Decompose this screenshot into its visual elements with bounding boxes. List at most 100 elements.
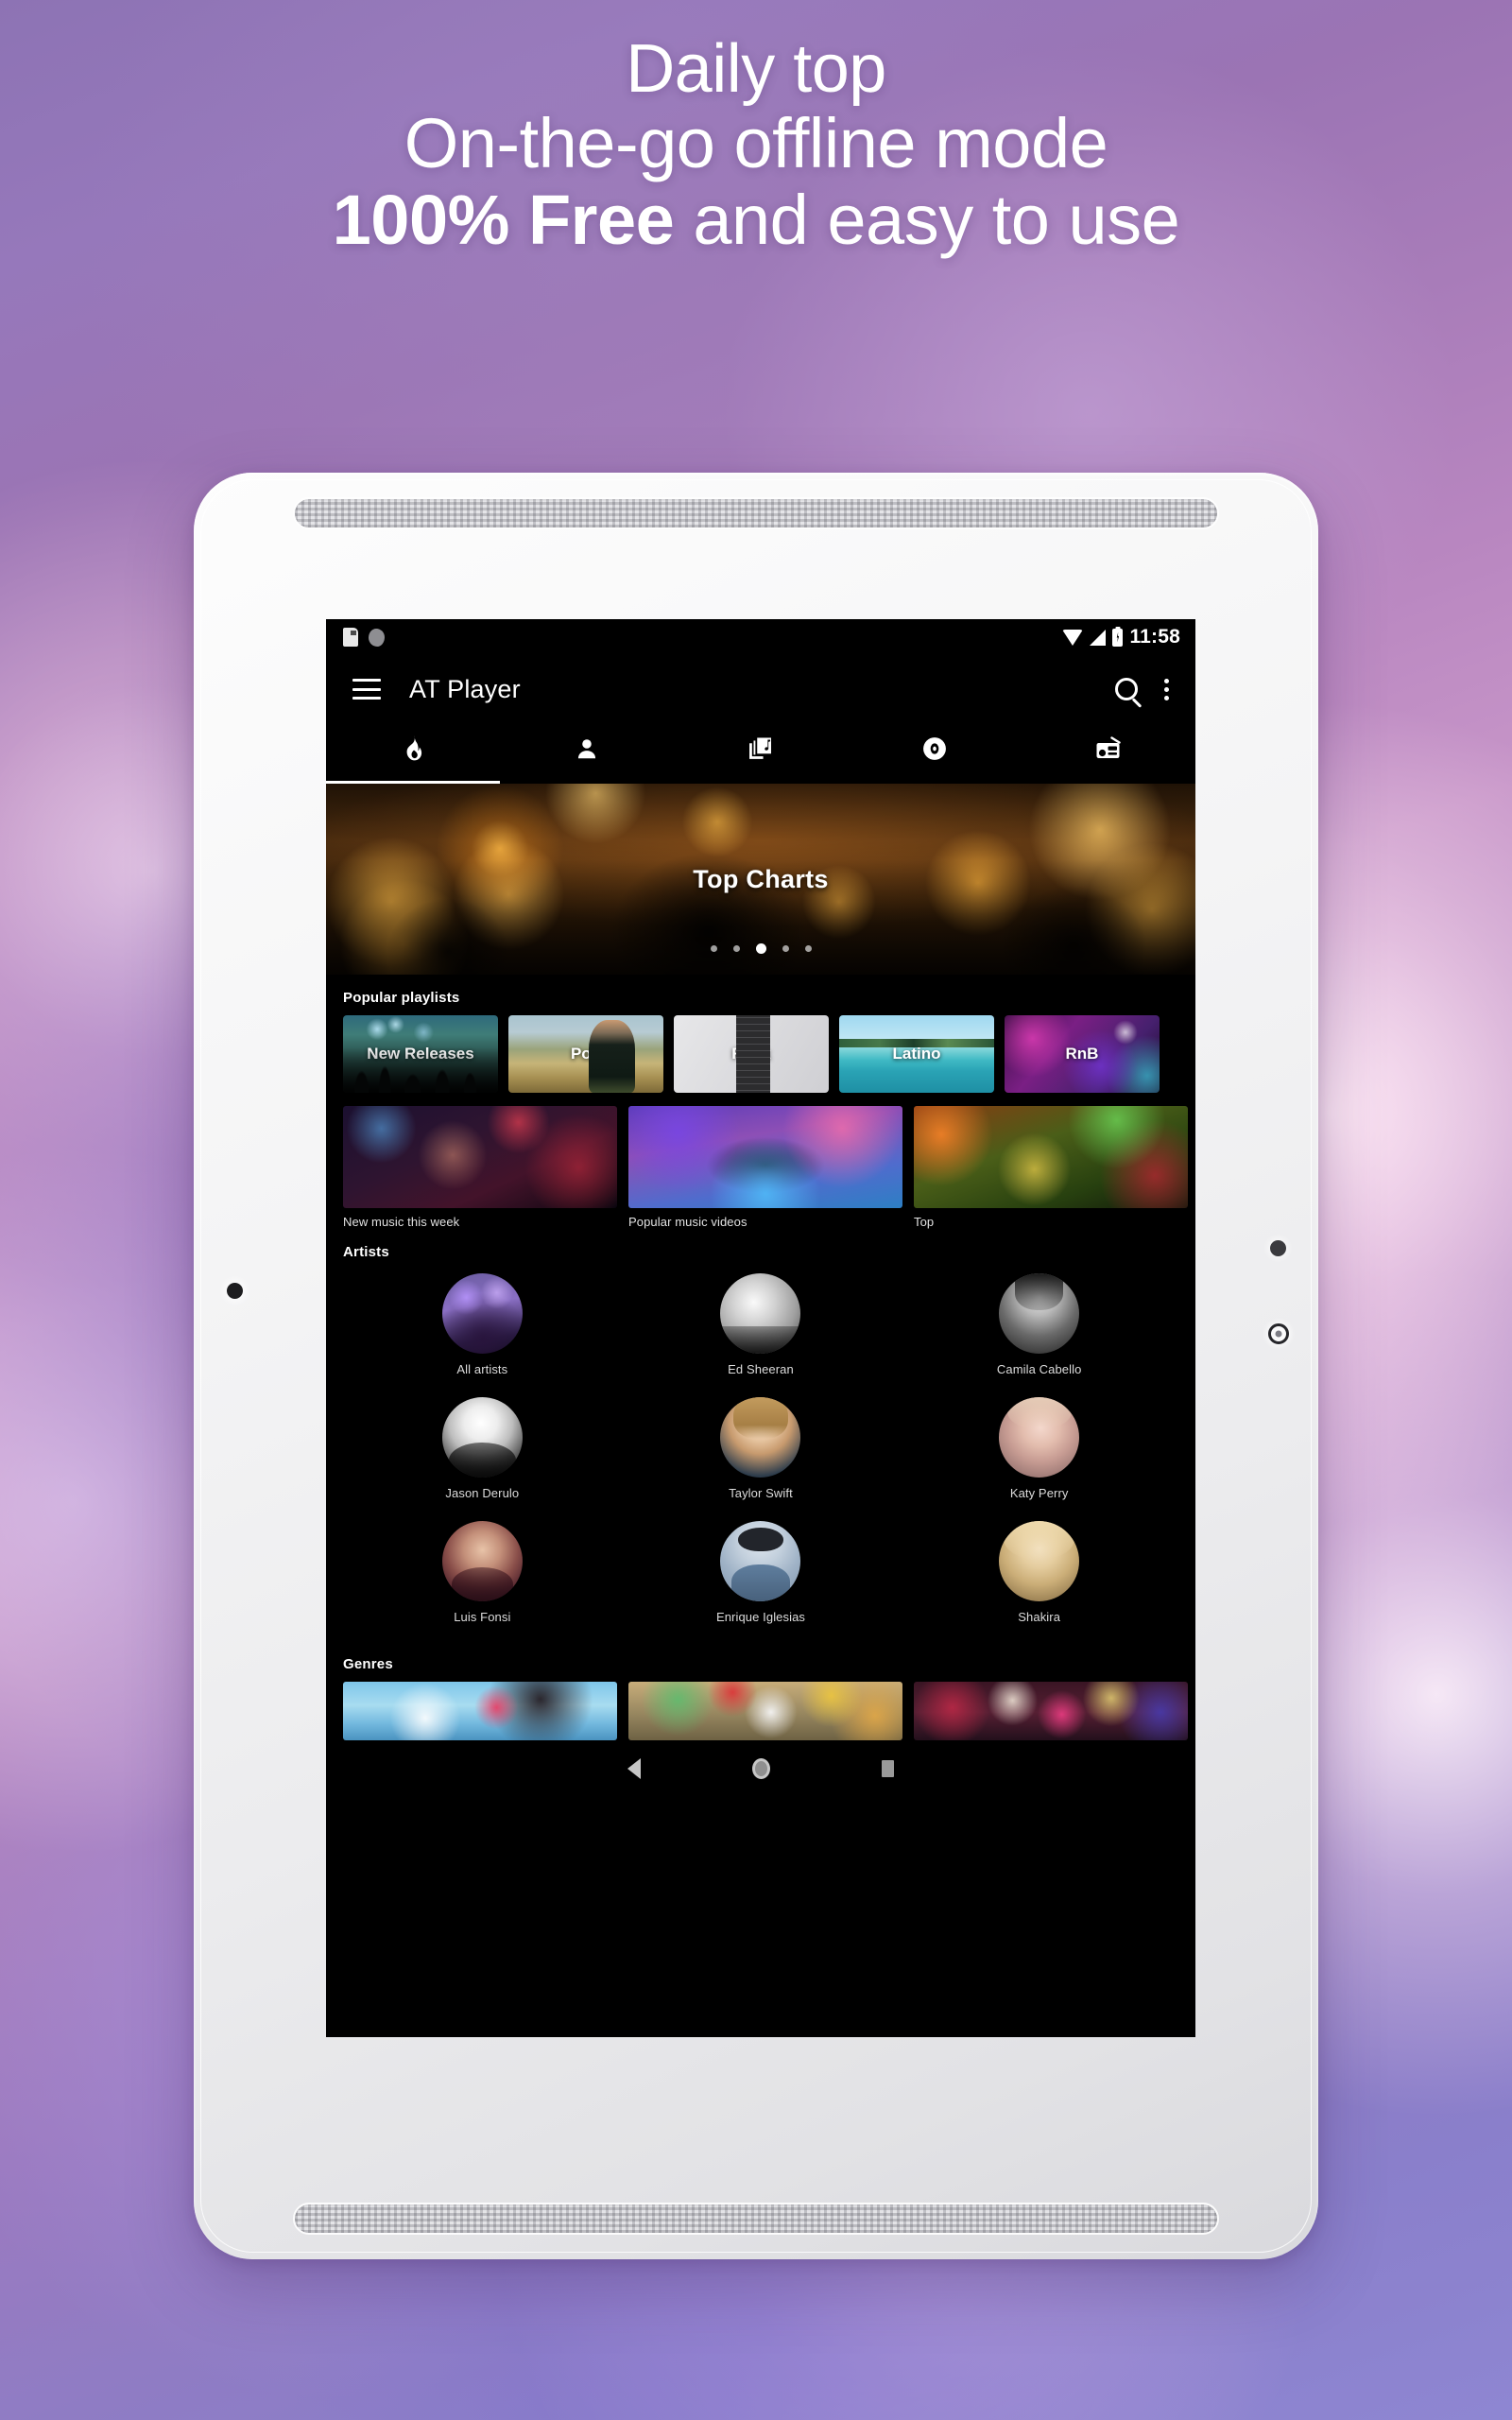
avatar xyxy=(441,1397,523,1478)
speaker-grille-bottom xyxy=(293,2203,1219,2235)
avatar xyxy=(441,1521,523,1601)
playlist-label: Latino xyxy=(892,1045,941,1063)
tab-library[interactable] xyxy=(674,723,848,784)
genre-card[interactable] xyxy=(628,1682,902,1740)
video-card[interactable]: Popular music videos xyxy=(628,1106,902,1229)
tab-bar xyxy=(326,723,1195,784)
headline-emphasis: 100% Free xyxy=(332,181,675,260)
playlist-card[interactable]: Rock xyxy=(674,1015,829,1093)
genres-row xyxy=(326,1682,1195,1740)
flame-icon xyxy=(406,735,422,761)
back-triangle-icon[interactable] xyxy=(627,1758,641,1779)
avatar xyxy=(999,1273,1080,1354)
artist-name: Taylor Swift xyxy=(729,1486,793,1500)
front-camera-icon xyxy=(227,1283,243,1299)
playlist-card[interactable]: Latino xyxy=(839,1015,994,1093)
avatar xyxy=(999,1397,1080,1478)
app-screen: 11:58 AT Player Top Charts Popular playl… xyxy=(326,619,1195,2037)
side-camera-lens-icon xyxy=(1268,1323,1289,1344)
artist-name: Enrique Iglesias xyxy=(715,1610,806,1624)
artist-name: Ed Sheeran xyxy=(728,1362,794,1376)
playlist-label: Pop xyxy=(570,1045,602,1063)
tablet-screen-area: 11:58 AT Player Top Charts Popular playl… xyxy=(321,473,1195,2174)
artist-item[interactable]: Shakira xyxy=(900,1521,1178,1624)
video-thumbnail xyxy=(628,1106,902,1208)
artist-name: Katy Perry xyxy=(1009,1486,1069,1500)
hero-dot-2-active[interactable] xyxy=(755,943,766,954)
avatar xyxy=(720,1397,801,1478)
hero-dot-4[interactable] xyxy=(804,945,812,952)
app-toolbar: AT Player xyxy=(326,655,1195,723)
artist-name: Shakira xyxy=(1018,1610,1061,1624)
person-icon xyxy=(577,739,596,759)
artist-item[interactable]: Enrique Iglesias xyxy=(622,1521,901,1624)
music-library-icon xyxy=(748,735,773,759)
toolbar-actions xyxy=(1115,677,1171,702)
headline-line-2: On-the-go offline mode xyxy=(404,104,1108,183)
wifi-icon xyxy=(1062,629,1084,646)
tab-albums[interactable] xyxy=(848,723,1022,784)
artist-item[interactable]: Katy Perry xyxy=(900,1397,1178,1500)
playlist-card[interactable]: Pop xyxy=(508,1015,663,1093)
side-sensor-icon xyxy=(1270,1240,1286,1256)
playlist-label: RnB xyxy=(1065,1045,1099,1063)
playlist-card[interactable]: New Releases xyxy=(343,1015,498,1093)
artist-name: Camila Cabello xyxy=(996,1362,1082,1376)
sd-card-icon xyxy=(343,628,358,647)
avatar xyxy=(720,1273,801,1354)
hamburger-icon[interactable] xyxy=(352,679,381,700)
battery-charging-icon xyxy=(1112,628,1124,647)
headline-line-3-rest: and easy to use xyxy=(674,181,1180,260)
popular-playlists-row: New Releases Pop Rock Latino RnB xyxy=(326,1015,1195,1093)
tab-radio[interactable] xyxy=(1022,723,1195,784)
genre-card[interactable] xyxy=(914,1682,1188,1740)
promo-headline: Daily top On-the-go offline mode 100% Fr… xyxy=(0,32,1512,259)
android-status-bar: 11:58 xyxy=(326,619,1195,655)
hero-banner[interactable]: Top Charts xyxy=(326,784,1195,975)
hero-dot-1[interactable] xyxy=(732,945,740,952)
artist-name: Luis Fonsi xyxy=(454,1610,511,1624)
genre-card[interactable] xyxy=(343,1682,617,1740)
status-bar-right-icons: 11:58 xyxy=(1062,626,1180,648)
tablet-device: 11:58 AT Player Top Charts Popular playl… xyxy=(194,473,1318,2259)
search-icon[interactable] xyxy=(1115,678,1138,700)
playlist-label: New Releases xyxy=(367,1045,474,1063)
tab-trending[interactable] xyxy=(326,723,500,784)
blob-icon xyxy=(369,628,385,647)
hero-dot-3[interactable] xyxy=(782,945,789,952)
hero-dot-0[interactable] xyxy=(710,945,717,952)
android-navigation-bar xyxy=(326,1744,1195,1793)
status-bar-left-icons xyxy=(343,628,385,647)
hero-pager-dots xyxy=(326,943,1195,954)
artist-item[interactable]: Luis Fonsi xyxy=(343,1521,622,1624)
playlist-label: Rock xyxy=(731,1045,771,1063)
avatar xyxy=(441,1273,523,1354)
video-caption: Popular music videos xyxy=(628,1215,747,1229)
status-bar-clock: 11:58 xyxy=(1129,626,1180,648)
artist-name: All artists xyxy=(456,1362,508,1376)
kebab-menu-icon[interactable] xyxy=(1162,677,1171,702)
video-card[interactable]: Top xyxy=(914,1106,1188,1229)
home-circle-icon[interactable] xyxy=(752,1758,770,1779)
radio-icon xyxy=(1096,736,1121,758)
section-title-genres: Genres xyxy=(343,1656,393,1672)
app-title: AT Player xyxy=(409,674,521,703)
artist-item[interactable]: Camila Cabello xyxy=(900,1273,1178,1376)
section-title-artists: Artists xyxy=(343,1244,389,1260)
video-card[interactable]: New music this week xyxy=(343,1106,617,1229)
artist-item[interactable]: Taylor Swift xyxy=(622,1397,901,1500)
vinyl-disc-icon xyxy=(923,737,946,760)
video-caption: New music this week xyxy=(343,1215,460,1229)
recents-square-icon[interactable] xyxy=(882,1760,894,1777)
artist-item[interactable]: Jason Derulo xyxy=(343,1397,622,1500)
artist-item[interactable]: All artists xyxy=(343,1273,622,1376)
screen-content: Popular playlists New Releases Pop Rock … xyxy=(326,975,1195,1744)
video-caption: Top xyxy=(914,1215,935,1229)
video-cards-row: New music this week Popular music videos… xyxy=(326,1093,1195,1229)
tab-artists[interactable] xyxy=(500,723,674,784)
artists-grid: All artists Ed Sheeran Camila Cabello Ja… xyxy=(326,1270,1195,1641)
avatar xyxy=(999,1521,1080,1601)
playlist-card[interactable]: RnB xyxy=(1005,1015,1160,1093)
artist-item[interactable]: Ed Sheeran xyxy=(622,1273,901,1376)
section-title-playlists: Popular playlists xyxy=(343,990,460,1006)
